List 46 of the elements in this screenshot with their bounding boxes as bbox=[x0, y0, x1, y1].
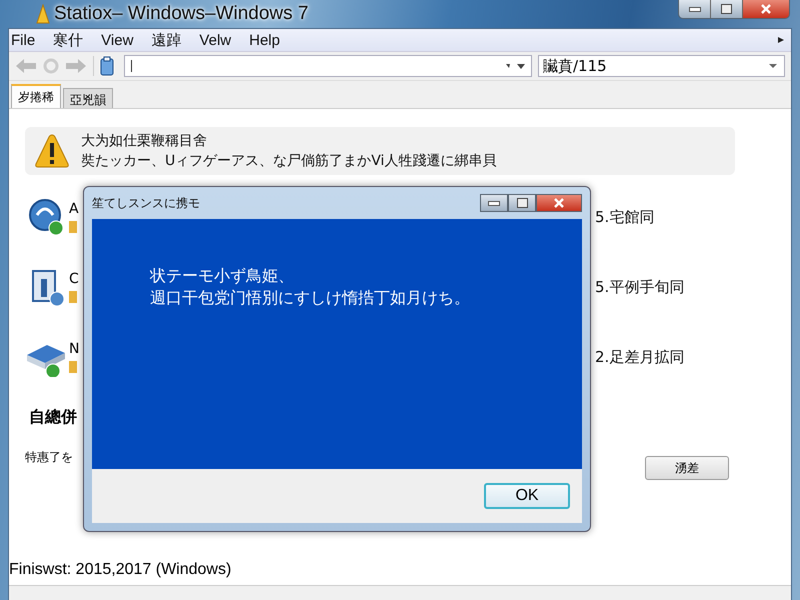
item-title: N bbox=[69, 341, 80, 357]
item-title: A bbox=[69, 201, 79, 217]
warning-message: 奘たッカー、Uィフゲーアス、な尸倘筋了まかVi人牲踐遷に綁串貝 bbox=[81, 152, 496, 171]
close-button[interactable] bbox=[536, 194, 582, 212]
section-heading: 自總併 bbox=[28, 407, 78, 428]
dropdown-icon bbox=[505, 62, 527, 70]
folder-icon bbox=[69, 291, 77, 303]
search-field[interactable]: 贜賁/115 bbox=[538, 55, 785, 77]
menu-item[interactable]: View bbox=[101, 32, 134, 48]
menu-item[interactable]: File bbox=[11, 32, 36, 48]
folder-icon bbox=[69, 361, 77, 373]
dropdown-icon bbox=[768, 63, 778, 69]
tab[interactable]: 岁捲稀 bbox=[11, 84, 61, 108]
clipboard-icon bbox=[100, 56, 114, 76]
chevron-icon bbox=[777, 36, 785, 44]
item-title: C bbox=[69, 271, 79, 287]
back-arrow-icon bbox=[15, 58, 37, 74]
dialog-title: 笙てしスンスに携モ bbox=[92, 194, 200, 212]
maximize-button[interactable] bbox=[508, 194, 536, 212]
minimize-button[interactable] bbox=[480, 194, 508, 212]
tab[interactable]: 亞兇韻 bbox=[63, 88, 113, 108]
status-bar: Finiswst: 2015,2017 (Windows) bbox=[9, 554, 791, 586]
maximize-button[interactable] bbox=[711, 0, 743, 18]
menu-item[interactable]: Help bbox=[249, 32, 280, 48]
warning-title: 大为如仕栗鞭稱目舍 bbox=[81, 132, 208, 151]
warning-icon bbox=[35, 133, 69, 169]
item-detail: 5.宅館同 bbox=[595, 208, 656, 226]
close-button[interactable] bbox=[743, 0, 789, 18]
message-text: 週口干包党门悟別にすしけ惰捁丁如月けち。 bbox=[150, 287, 471, 309]
address-field[interactable] bbox=[124, 55, 532, 77]
message-text: 状テーモ小ず鳥姫、 bbox=[150, 265, 295, 287]
menu-item[interactable]: 寒什 bbox=[53, 30, 84, 50]
close-icon bbox=[760, 4, 772, 14]
folder-icon bbox=[69, 221, 77, 233]
action-button[interactable]: 湧差 bbox=[645, 456, 729, 480]
forward-arrow-icon bbox=[65, 58, 87, 74]
menu-item[interactable]: Velw bbox=[199, 32, 232, 48]
warning-icon bbox=[36, 4, 50, 24]
section-text: 特惠了を bbox=[25, 448, 73, 466]
window-title: Statiox– Windows–Windows 7 bbox=[54, 3, 308, 25]
item-detail: 5.平例手旬同 bbox=[595, 278, 686, 296]
close-icon bbox=[553, 198, 565, 208]
minimize-button[interactable] bbox=[679, 0, 711, 18]
menu-item[interactable]: 遠踔 bbox=[151, 30, 182, 50]
item-detail: 2.足差月拡同 bbox=[595, 348, 686, 366]
ok-button[interactable]: OK bbox=[484, 483, 570, 509]
